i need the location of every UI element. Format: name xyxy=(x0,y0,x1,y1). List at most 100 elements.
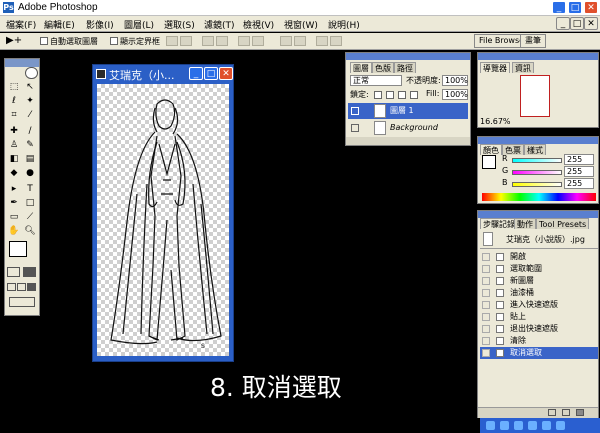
history-brush-source-checkbox[interactable] xyxy=(482,277,490,285)
history-snapshot[interactable]: 艾瑞克（小說版）.jpg xyxy=(480,230,598,249)
lasso-tool-icon[interactable]: ℓ xyxy=(7,95,21,107)
close-icon[interactable]: ✕ xyxy=(584,1,598,14)
hand-tool-icon[interactable]: ✋ xyxy=(7,225,21,237)
layer-row[interactable]: 圖層 1 xyxy=(348,103,468,119)
menu-edit[interactable]: 編輯(E) xyxy=(44,18,75,31)
gradient-tool-icon[interactable]: ▤ xyxy=(23,153,37,165)
tab-paths[interactable]: 路徑 xyxy=(394,62,416,73)
minimize-icon[interactable]: _ xyxy=(552,1,566,14)
history-brush-source-checkbox[interactable] xyxy=(482,313,490,321)
history-step-selected[interactable]: 取消選取 xyxy=(480,347,598,359)
crop-tool-icon[interactable]: ⌗ xyxy=(7,109,21,121)
history-step[interactable]: 貼上 xyxy=(480,311,598,323)
new-document-icon[interactable] xyxy=(548,409,556,416)
tab-info[interactable]: 資訊 xyxy=(512,62,534,73)
document-maximize-icon[interactable]: □ xyxy=(204,67,218,80)
distribute-bottom-icon[interactable] xyxy=(316,36,328,46)
navigator-zoom[interactable]: 16.67% xyxy=(480,117,511,126)
fill-input[interactable]: 100% xyxy=(442,89,468,100)
layer-visibility-icon[interactable] xyxy=(351,124,359,132)
tab-history[interactable]: 步驟記錄 xyxy=(480,218,518,229)
document-close-icon[interactable]: ✕ xyxy=(219,67,233,80)
distribute-top-icon[interactable] xyxy=(280,36,292,46)
new-snapshot-icon[interactable] xyxy=(562,409,570,416)
history-brush-source-checkbox[interactable] xyxy=(482,349,490,357)
color-spectrum-bar[interactable] xyxy=(482,193,596,201)
distribute-left-icon[interactable] xyxy=(330,36,342,46)
history-brush-source-checkbox[interactable] xyxy=(482,301,490,309)
align-left-icon[interactable] xyxy=(216,36,228,46)
lock-transparency-icon[interactable] xyxy=(374,91,382,99)
move-tool-icon[interactable]: ▶+ xyxy=(6,35,22,46)
align-bottom-icon[interactable] xyxy=(202,36,214,46)
zoom-tool-icon[interactable]: 🔍︎ xyxy=(23,225,37,237)
quick-mask-mode-icon[interactable] xyxy=(23,267,36,277)
distribute-middle-icon[interactable] xyxy=(294,36,306,46)
tab-channels[interactable]: 色版 xyxy=(372,62,394,73)
blend-mode-select[interactable]: 正常 xyxy=(350,75,402,86)
history-brush-source-checkbox[interactable] xyxy=(482,253,490,261)
menu-window[interactable]: 視窗(W) xyxy=(284,18,318,31)
tab-tool-presets[interactable]: Tool Presets xyxy=(536,218,590,229)
align-center-icon[interactable] xyxy=(238,36,250,46)
align-middle-icon[interactable] xyxy=(180,36,192,46)
lock-image-icon[interactable] xyxy=(386,91,394,99)
tray-icon[interactable] xyxy=(528,421,537,430)
history-brush-source-checkbox[interactable] xyxy=(482,325,490,333)
notes-tool-icon[interactable]: ▭ xyxy=(7,211,21,223)
tray-icon[interactable] xyxy=(500,421,509,430)
lock-all-icon[interactable] xyxy=(410,91,418,99)
menu-filter[interactable]: 濾鏡(T) xyxy=(204,18,235,31)
channel-b-slider[interactable] xyxy=(512,182,562,187)
blur-tool-icon[interactable]: ◆ xyxy=(7,167,21,179)
type-tool-icon[interactable]: T xyxy=(23,183,37,195)
channel-b-input[interactable]: 255 xyxy=(564,178,594,189)
marquee-tool-icon[interactable]: ⬚ xyxy=(7,81,21,93)
align-top-icon[interactable] xyxy=(166,36,178,46)
clone-stamp-tool-icon[interactable]: ♙ xyxy=(7,139,21,151)
screen-mode-menu-icon[interactable] xyxy=(17,283,26,291)
menu-image[interactable]: 影像(I) xyxy=(86,18,114,31)
layer-row[interactable]: Background xyxy=(348,121,468,135)
history-step[interactable]: 清除 xyxy=(480,335,598,347)
trash-icon[interactable] xyxy=(576,409,584,416)
jump-to-imageready-icon[interactable] xyxy=(9,297,35,307)
tray-icon[interactable] xyxy=(556,421,565,430)
layer-name[interactable]: 圖層 1 xyxy=(390,105,414,116)
opacity-input[interactable]: 100% xyxy=(442,75,468,86)
doc-close-icon[interactable]: ✕ xyxy=(584,17,598,30)
menu-help[interactable]: 說明(H) xyxy=(328,18,360,31)
menu-layer[interactable]: 圖層(L) xyxy=(124,18,154,31)
eraser-tool-icon[interactable]: ◧ xyxy=(7,153,21,165)
history-brush-source-checkbox[interactable] xyxy=(482,289,490,297)
slice-tool-icon[interactable]: ⁄ xyxy=(23,109,37,121)
tab-color[interactable]: 顏色 xyxy=(480,144,502,155)
show-bounds-checkbox[interactable] xyxy=(110,37,118,45)
history-step[interactable]: 進入快速遮版 xyxy=(480,299,598,311)
path-selection-tool-icon[interactable]: ▸ xyxy=(7,183,21,195)
tab-actions[interactable]: 動作 xyxy=(514,218,536,229)
magic-wand-tool-icon[interactable]: ✦ xyxy=(23,95,37,107)
align-right-icon[interactable] xyxy=(252,36,264,46)
history-brush-source-checkbox[interactable] xyxy=(482,265,490,273)
tray-icon[interactable] xyxy=(514,421,523,430)
tray-icon[interactable] xyxy=(486,421,495,430)
tray-icon[interactable] xyxy=(542,421,551,430)
history-step[interactable]: 退出快速遮版 xyxy=(480,323,598,335)
doc-restore-icon[interactable]: □ xyxy=(570,17,584,30)
layer-visibility-icon[interactable] xyxy=(351,107,359,115)
standard-mode-icon[interactable] xyxy=(7,267,20,277)
foreground-color-swatch[interactable] xyxy=(9,241,27,257)
brushes-tab[interactable]: 畫筆 xyxy=(520,34,546,48)
dodge-tool-icon[interactable]: ● xyxy=(23,167,37,179)
history-brush-tool-icon[interactable]: ✎ xyxy=(23,139,37,151)
menu-file[interactable]: 檔案(F) xyxy=(6,18,36,31)
history-step[interactable]: 開啟 xyxy=(480,251,598,263)
brush-tool-icon[interactable]: ∕ xyxy=(23,125,37,137)
history-brush-source-checkbox[interactable] xyxy=(482,337,490,345)
menu-select[interactable]: 選取(S) xyxy=(164,18,195,31)
doc-minimize-icon[interactable]: _ xyxy=(556,17,570,30)
tab-navigator[interactable]: 導覽器 xyxy=(480,62,510,73)
shape-tool-icon[interactable]: □ xyxy=(23,197,37,209)
adobe-online-icon[interactable] xyxy=(25,67,38,79)
